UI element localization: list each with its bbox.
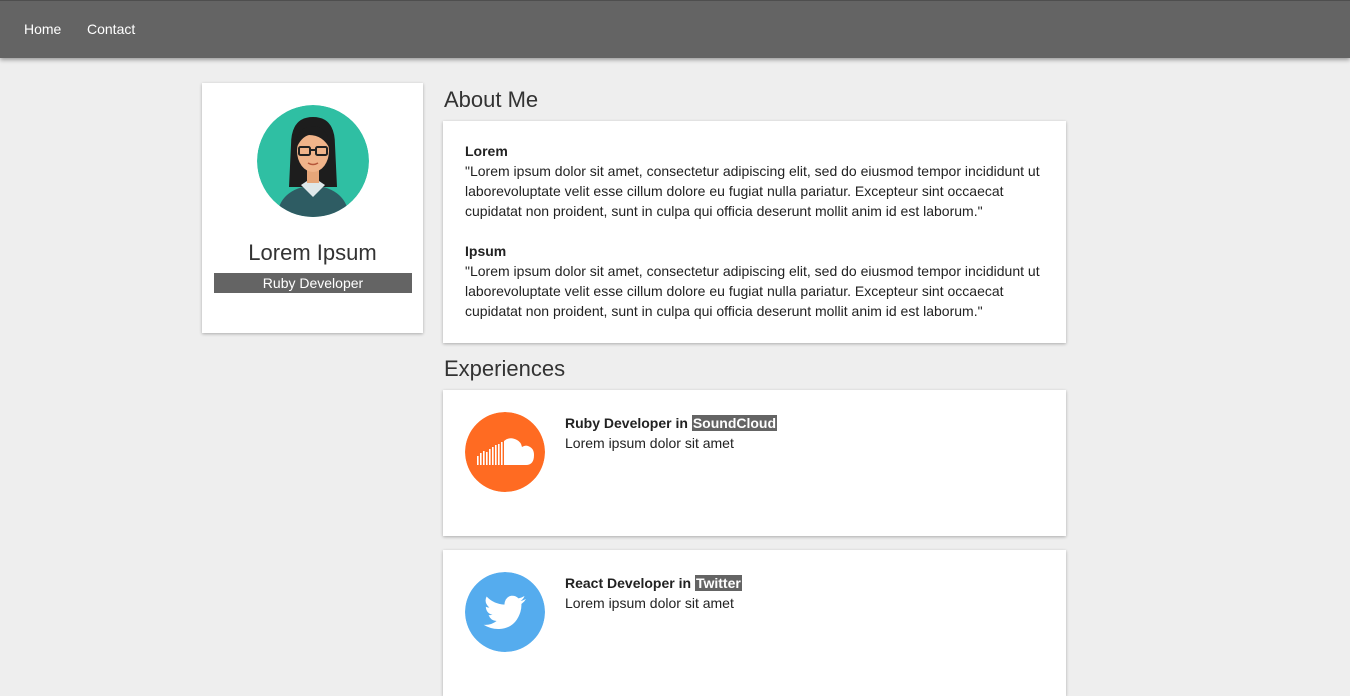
about-title: About Me	[444, 87, 539, 112]
about-block-heading: Lorem	[465, 143, 508, 159]
about-card: Lorem "Lorem ipsum dolor sit amet, conse…	[443, 121, 1066, 343]
experience-card-soundcloud: Ruby Developer in SoundCloud Lorem ipsum…	[443, 390, 1066, 536]
about-block-lorem: Lorem "Lorem ipsum dolor sit amet, conse…	[465, 141, 1050, 221]
company-badge: Twitter	[694, 575, 742, 591]
experience-description: Lorem ipsum dolor sit amet	[565, 595, 734, 611]
experience-connector: in	[675, 415, 688, 431]
experience-card-twitter: React Developer in Twitter Lorem ipsum d…	[443, 550, 1066, 696]
about-block-text: "Lorem ipsum dolor sit amet, consectetur…	[465, 263, 1040, 319]
soundcloud-icon	[465, 412, 545, 492]
nav-contact-link[interactable]: Contact	[87, 21, 135, 37]
experiences-title: Experiences	[444, 356, 566, 381]
profile-card: Lorem Ipsum Ruby Developer	[202, 83, 423, 333]
avatar	[257, 105, 369, 217]
experience-connector: in	[678, 575, 692, 591]
experience-title: React Developer in Twitter	[565, 573, 742, 593]
about-block-text: "Lorem ipsum dolor sit amet, consectetur…	[465, 163, 1040, 219]
about-block-heading: Ipsum	[465, 243, 507, 259]
company-badge: SoundCloud	[691, 415, 778, 431]
nav-home-link[interactable]: Home	[24, 21, 61, 37]
experience-text: Ruby Developer in SoundCloud Lorem ipsum…	[565, 413, 778, 453]
profile-name: Lorem Ipsum	[248, 240, 377, 265]
twitter-logo	[465, 572, 545, 652]
about-block-ipsum: Ipsum "Lorem ipsum dolor sit amet, conse…	[465, 241, 1050, 321]
experience-role: React Developer	[565, 575, 675, 591]
soundcloud-logo	[465, 412, 545, 492]
experience-title: Ruby Developer in SoundCloud	[565, 413, 778, 433]
experience-role: Ruby Developer	[565, 415, 672, 431]
profile-role-badge: Ruby Developer	[214, 273, 412, 293]
twitter-icon	[465, 572, 545, 652]
navbar: Home Contact	[0, 0, 1350, 58]
experience-description: Lorem ipsum dolor sit amet	[565, 435, 734, 451]
woman-avatar-icon	[257, 105, 369, 217]
experience-text: React Developer in Twitter Lorem ipsum d…	[565, 573, 742, 613]
